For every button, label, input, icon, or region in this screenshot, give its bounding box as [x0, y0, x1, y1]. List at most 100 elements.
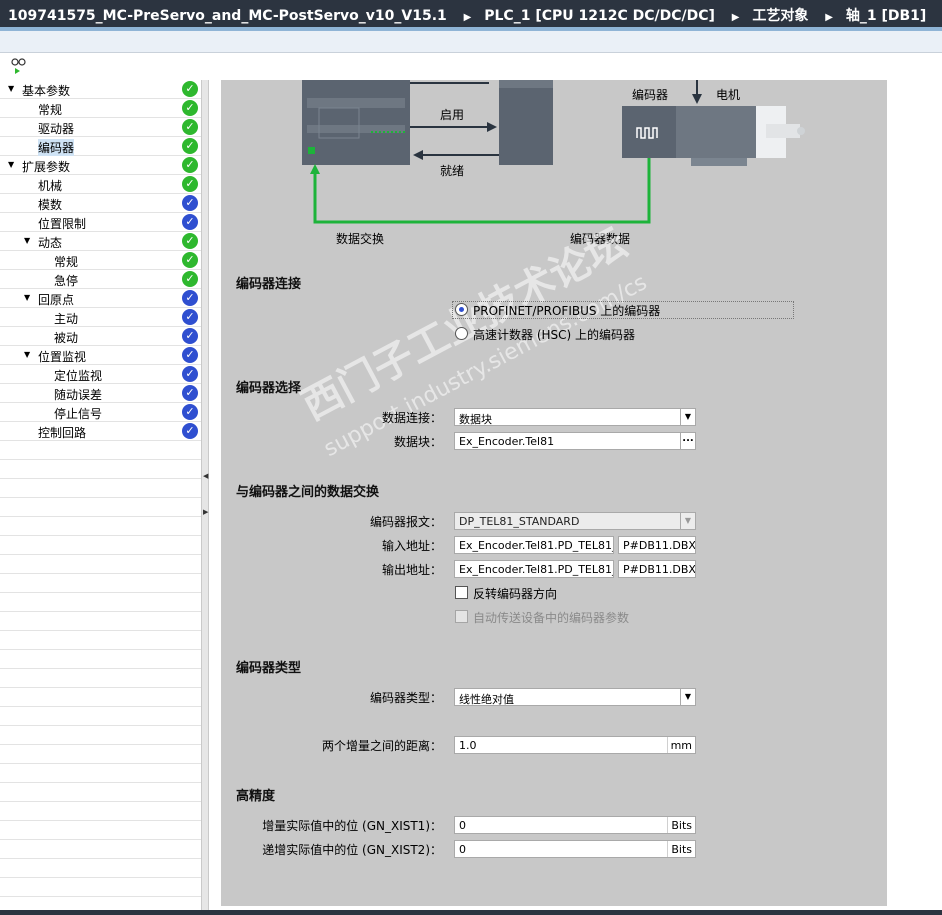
- tree-item-control-loop[interactable]: 控制回路 ✓: [0, 422, 201, 441]
- input-address-field[interactable]: Ex_Encoder.Tel81.PD_TEL81_: [454, 536, 614, 554]
- view-toggle-icon[interactable]: [10, 57, 28, 75]
- tree-item-homing[interactable]: ▼ 回原点 ✓: [0, 289, 201, 308]
- ready-signal-label: 就绪: [440, 164, 465, 178]
- status-ok-icon: ✓: [182, 233, 198, 249]
- breadcrumb-axis[interactable]: 轴_1 [DB1]: [846, 8, 926, 24]
- status-info-icon: ✓: [182, 214, 198, 230]
- radio-profinet-label[interactable]: PROFINET/PROFIBUS 上的编码器: [473, 302, 660, 319]
- tree-empty-row: [0, 498, 201, 517]
- tree-item-label: 位置监视: [38, 350, 87, 364]
- tree-item-position-limits[interactable]: 位置限制 ✓: [0, 213, 201, 232]
- tree-item-position-monitoring[interactable]: ▼ 位置监视 ✓: [0, 346, 201, 365]
- tree-item-encoder[interactable]: 编码器 ✓: [0, 137, 201, 156]
- collapse-triangle-icon[interactable]: ▼: [24, 350, 30, 359]
- tree-empty-row: [0, 650, 201, 669]
- increment-distance-unit: mm: [666, 737, 695, 753]
- auto-transfer-label: 自动传送设备中的编码器参数: [473, 611, 630, 625]
- section-title-encoder-connection: 编码器连接: [236, 277, 302, 292]
- gn-xist2-unit: Bits: [667, 841, 695, 857]
- gn-xist1-label: 增量实际值中的位 (GN_XIST1)：: [262, 819, 442, 833]
- encoder-telegram-value: DP_TEL81_STANDARD: [459, 515, 580, 528]
- tree-item-positioning-monitoring[interactable]: 定位监视 ✓: [0, 365, 201, 384]
- dropdown-arrow-icon[interactable]: ▼: [680, 689, 695, 705]
- header-band: [0, 31, 942, 53]
- tree-item-mechanics[interactable]: 机械 ✓: [0, 175, 201, 194]
- encoder-data-diagram-label: 编码器数据: [570, 232, 631, 246]
- data-block-field[interactable]: Ex_Encoder.Tel81 ...: [454, 432, 696, 450]
- tree-empty-row: [0, 802, 201, 821]
- gn-xist2-input[interactable]: 0 Bits: [454, 840, 696, 858]
- tree-item-standstill-signal[interactable]: 停止信号 ✓: [0, 403, 201, 422]
- radio-hsc-encoder[interactable]: [455, 327, 468, 340]
- status-info-icon: ✓: [182, 404, 198, 420]
- tree-item-following-error[interactable]: 随动误差 ✓: [0, 384, 201, 403]
- vertical-scrollbar[interactable]: [926, 80, 942, 910]
- collapse-triangle-icon[interactable]: ▼: [8, 84, 14, 93]
- tree-empty-row: [0, 821, 201, 840]
- breadcrumb-project[interactable]: 109741575_MC-PreServo_and_MC-PostServo_v…: [8, 8, 447, 24]
- input-address-value: Ex_Encoder.Tel81.PD_TEL81_: [459, 539, 614, 552]
- tree-item-dynamics-general[interactable]: 常规 ✓: [0, 251, 201, 270]
- radio-hsc-label[interactable]: 高速计数器 (HSC) 上的编码器: [473, 326, 635, 343]
- breadcrumb-folder[interactable]: 工艺对象: [752, 8, 808, 24]
- tree-empty-row: [0, 612, 201, 631]
- motor-diagram-label: 电机: [716, 88, 741, 102]
- enable-signal-label: 启用: [440, 108, 465, 122]
- tree-item-drive[interactable]: 驱动器 ✓: [0, 118, 201, 137]
- output-address-value: Ex_Encoder.Tel81.PD_TEL81_: [459, 563, 614, 576]
- collapse-triangle-icon[interactable]: ▼: [24, 293, 30, 302]
- status-ok-icon: ✓: [182, 81, 198, 97]
- tree-item-extended-params[interactable]: ▼ 扩展参数 ✓: [0, 156, 201, 175]
- tree-empty-row: [0, 631, 201, 650]
- tree-item-passive[interactable]: 被动 ✓: [0, 327, 201, 346]
- status-info-icon: ✓: [182, 366, 198, 382]
- data-connection-label: 数据连接：: [381, 411, 442, 425]
- tree-item-modulo[interactable]: 模数 ✓: [0, 194, 201, 213]
- status-ok-icon: ✓: [182, 271, 198, 287]
- tree-empty-row: [0, 517, 201, 536]
- increment-distance-input[interactable]: 1.0 mm: [454, 736, 696, 754]
- data-connection-dropdown[interactable]: 数据块 ▼: [454, 408, 696, 426]
- tree-item-label: 常规: [54, 255, 79, 269]
- output-address-pointer: P#DB11.DBX0: [618, 560, 696, 578]
- tree-item-label: 位置限制: [38, 217, 87, 231]
- invert-direction-checkbox[interactable]: [455, 586, 468, 599]
- collapse-left-arrow-icon[interactable]: ◀: [203, 472, 208, 480]
- tree-empty-row: [0, 764, 201, 783]
- data-block-label: 数据块：: [393, 435, 442, 449]
- panel-splitter[interactable]: ◀ ▶: [201, 80, 209, 910]
- invert-direction-label[interactable]: 反转编码器方向: [473, 585, 557, 602]
- collapse-triangle-icon[interactable]: ▼: [24, 236, 30, 245]
- dropdown-arrow-icon[interactable]: ▼: [680, 409, 695, 425]
- bottom-status-strip: [0, 910, 942, 915]
- input-address-pointer: P#DB11.DBX4: [618, 536, 696, 554]
- status-info-icon: ✓: [182, 195, 198, 211]
- gn-xist1-value: 0: [459, 819, 466, 832]
- tree-item-active[interactable]: 主动 ✓: [0, 308, 201, 327]
- encoder-type-dropdown[interactable]: 线性绝对值 ▼: [454, 688, 696, 706]
- breadcrumb-device[interactable]: PLC_1 [CPU 1212C DC/DC/DC]: [484, 8, 715, 24]
- collapse-triangle-icon[interactable]: ▼: [8, 160, 14, 169]
- tree-item-general[interactable]: 常规 ✓: [0, 99, 201, 118]
- expand-right-arrow-icon[interactable]: ▶: [203, 508, 208, 516]
- output-address-field[interactable]: Ex_Encoder.Tel81.PD_TEL81_: [454, 560, 614, 578]
- tree-item-label: 模数: [38, 198, 63, 212]
- tree-item-label: 编码器: [38, 139, 75, 156]
- gn-xist1-unit: Bits: [667, 817, 695, 833]
- auto-transfer-checkbox: [455, 610, 468, 623]
- dropdown-arrow-icon: ▼: [680, 513, 695, 529]
- section-title-encoder-selection: 编码器选择: [236, 381, 302, 396]
- browse-button[interactable]: ...: [680, 433, 695, 449]
- tree-empty-row: [0, 726, 201, 745]
- tree-item-basic-params[interactable]: ▼ 基本参数 ✓: [0, 80, 201, 99]
- tree-empty-row: [0, 688, 201, 707]
- status-ok-icon: ✓: [182, 252, 198, 268]
- tree-item-dynamics[interactable]: ▼ 动态 ✓: [0, 232, 201, 251]
- tree-item-emergency-stop[interactable]: 急停 ✓: [0, 270, 201, 289]
- motor-graphic: [676, 106, 756, 158]
- tree-empty-row: [0, 669, 201, 688]
- radio-profinet-encoder[interactable]: [455, 303, 468, 316]
- section-title-data-exchange: 与编码器之间的数据交换: [236, 485, 380, 500]
- output-address-pointer-value: P#DB11.DBX0: [623, 563, 696, 576]
- gn-xist1-input[interactable]: 0 Bits: [454, 816, 696, 834]
